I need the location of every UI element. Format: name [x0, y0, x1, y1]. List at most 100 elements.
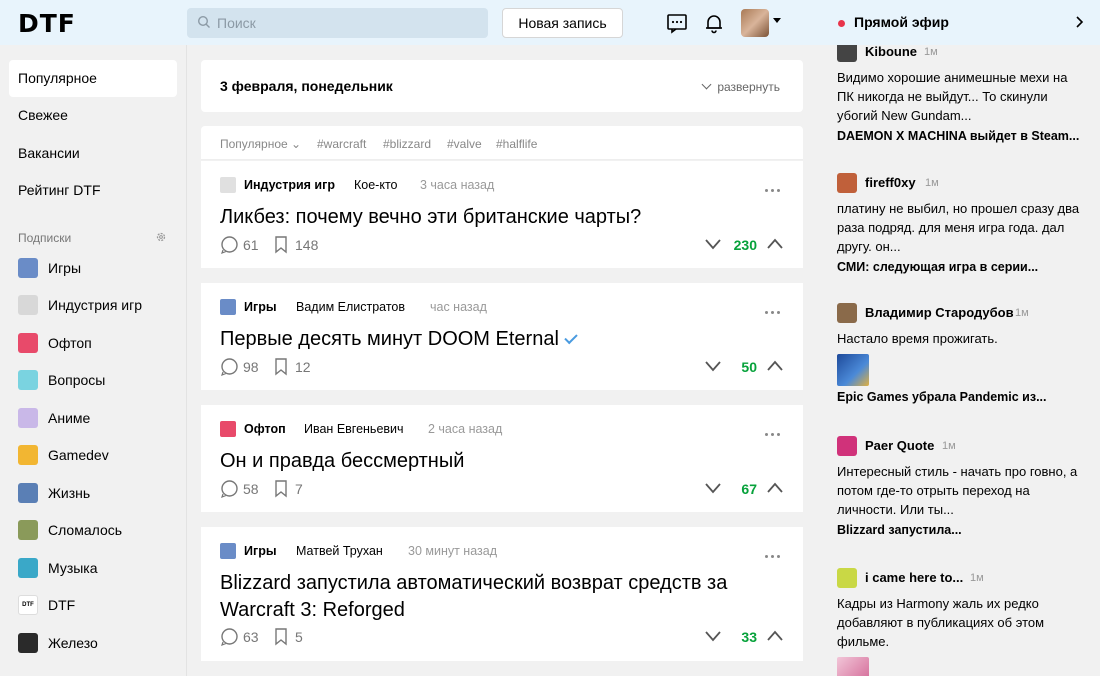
live-comment-text[interactable]: Кадры из Harmony жаль их редко добавляют… [837, 594, 1082, 651]
sidebar-item-industry[interactable]: Индустрия игр [18, 293, 178, 317]
nav-fresh[interactable]: Свежее [9, 97, 177, 134]
live-item: i came here to... 1м Кадры из Harmony жа… [837, 568, 1082, 676]
live-username[interactable]: i came here to... [865, 570, 963, 585]
vote-up-icon[interactable] [767, 629, 783, 643]
tag-warcraft[interactable]: #warcraft [317, 137, 366, 151]
post-category[interactable]: Игры [244, 300, 277, 314]
notifications-bell-icon[interactable] [703, 12, 725, 34]
industry-icon [220, 177, 236, 193]
rating-count: 50 [741, 359, 757, 375]
post-title[interactable]: Ликбез: почему вечно эти британские чарт… [220, 204, 641, 231]
avatar[interactable] [837, 173, 857, 193]
bookmark-icon[interactable] [274, 358, 288, 376]
avatar[interactable] [837, 45, 857, 62]
search-input[interactable] [217, 12, 477, 34]
vote-up-icon[interactable] [767, 237, 783, 251]
comment-icon[interactable] [220, 236, 239, 254]
comment-icon[interactable] [220, 628, 239, 646]
sidebar-item-anime[interactable]: Аниме [18, 406, 178, 430]
tag-blizzard[interactable]: #blizzard [383, 137, 431, 151]
post-author[interactable]: Иван Евгеньевич [304, 422, 404, 436]
live-username[interactable]: fireff0xy [865, 175, 916, 190]
post-title[interactable]: Он и правда бессмертный [220, 448, 464, 475]
tag-valve[interactable]: #valve [447, 137, 482, 151]
live-username[interactable]: Paer Quote [865, 438, 934, 453]
nav-rating[interactable]: Рейтинг DTF [9, 172, 177, 209]
bookmark-icon[interactable] [274, 480, 288, 498]
live-comment-text[interactable]: платину не выбил, но прошел сразу два ра… [837, 199, 1082, 256]
post-footer: 61 148 230 [220, 235, 785, 255]
comment-icon[interactable] [220, 358, 239, 376]
chevron-down-icon[interactable] [773, 18, 781, 23]
new-post-button[interactable]: Новая запись [502, 8, 623, 38]
more-options-icon[interactable] [765, 301, 785, 314]
user-avatar[interactable] [741, 9, 769, 37]
more-options-icon[interactable] [765, 423, 785, 436]
more-options-icon[interactable] [765, 179, 785, 192]
nav-vacancies[interactable]: Вакансии [9, 135, 177, 172]
live-comment-text[interactable]: Настало время прожигать. [837, 329, 1082, 348]
avatar[interactable] [837, 303, 857, 323]
avatar[interactable] [837, 568, 857, 588]
avatar[interactable] [837, 436, 857, 456]
sidebar-item-questions[interactable]: Вопросы [18, 368, 178, 392]
sidebar-item-broken[interactable]: Сломалось [18, 518, 178, 542]
bookmark-icon[interactable] [274, 236, 288, 254]
tag-halflife[interactable]: #halflife [496, 137, 537, 151]
live-post-link[interactable]: СМИ: следующая игра в серии... [837, 260, 1082, 274]
sidebar-item-offtop[interactable]: Офтоп [18, 331, 178, 355]
sort-dropdown[interactable]: Популярное ⌄ [220, 137, 301, 151]
live-header[interactable]: Прямой эфир [817, 0, 1100, 45]
live-comment-text[interactable]: Видимо хорошие анимешные мехи на ПК нико… [837, 68, 1082, 125]
feed-post: Игры Вадим Елистратов час назад Первые д… [201, 283, 803, 390]
live-post-link[interactable]: DAEMON X MACHINA выйдет в Steam... [837, 129, 1082, 143]
live-username[interactable]: Владимир Стародубов [865, 305, 1014, 320]
gear-icon[interactable] [155, 231, 167, 243]
post-footer: 98 12 50 [220, 357, 785, 377]
vote-up-icon[interactable] [767, 359, 783, 373]
live-post-link[interactable]: Epic Games убрала Pandemic из... [837, 390, 1082, 404]
live-time: 1м [970, 572, 984, 584]
more-options-icon[interactable] [765, 545, 785, 558]
post-author[interactable]: Кое-кто [354, 178, 398, 192]
feed-post: Офтоп Иван Евгеньевич 2 часа назад Он и … [201, 405, 803, 512]
sidebar-item-games[interactable]: Игры [18, 256, 178, 280]
industry-icon [18, 295, 38, 315]
dtf-logo[interactable]: DTF [18, 9, 76, 38]
attachment-thumbnail[interactable] [837, 354, 869, 386]
chevron-right-icon[interactable] [1074, 15, 1084, 29]
feed-post: Игры Матвей Трухан 30 минут назад Blizza… [201, 527, 803, 661]
live-comment-text[interactable]: Интересный стиль - начать про говно, а п… [837, 462, 1082, 519]
attachment-thumbnail[interactable] [837, 657, 869, 676]
post-category[interactable]: Игры [244, 544, 277, 558]
post-category[interactable]: Индустрия игр [244, 178, 335, 192]
verified-check-icon [564, 330, 578, 345]
vote-down-icon[interactable] [705, 629, 721, 643]
post-title[interactable]: Blizzard запустила автоматический возвра… [220, 570, 780, 624]
search-box[interactable] [187, 8, 488, 38]
vote-down-icon[interactable] [705, 481, 721, 495]
nav-popular[interactable]: Популярное [9, 60, 177, 97]
comment-count: 63 [243, 629, 259, 645]
post-title[interactable]: Первые десять минут DOOM Eternal [220, 326, 578, 353]
live-username[interactable]: Kiboune [865, 45, 917, 59]
feed-filter-bar: Популярное ⌄ #warcraft #blizzard #valve … [201, 126, 803, 160]
post-category[interactable]: Офтоп [244, 422, 286, 436]
bookmark-icon[interactable] [274, 628, 288, 646]
sidebar-item-dtf[interactable]: DTF DTF [18, 593, 178, 617]
rating-count: 230 [733, 237, 757, 253]
sidebar-item-life[interactable]: Жизнь [18, 481, 178, 505]
vote-down-icon[interactable] [705, 359, 721, 373]
messages-icon[interactable] [666, 12, 688, 34]
sidebar-item-hardware[interactable]: Железо [18, 631, 178, 655]
post-author[interactable]: Матвей Трухан [296, 544, 383, 558]
sidebar-item-gamedev[interactable]: Gamedev [18, 443, 178, 467]
expand-button[interactable]: развернуть [701, 79, 780, 94]
sidebar-item-music[interactable]: Музыка [18, 556, 178, 580]
comment-icon[interactable] [220, 480, 239, 498]
post-time: 30 минут назад [408, 544, 497, 558]
vote-up-icon[interactable] [767, 481, 783, 495]
post-author[interactable]: Вадим Елистратов [296, 300, 405, 314]
live-post-link[interactable]: Blizzard запустила... [837, 523, 1082, 537]
vote-down-icon[interactable] [705, 237, 721, 251]
